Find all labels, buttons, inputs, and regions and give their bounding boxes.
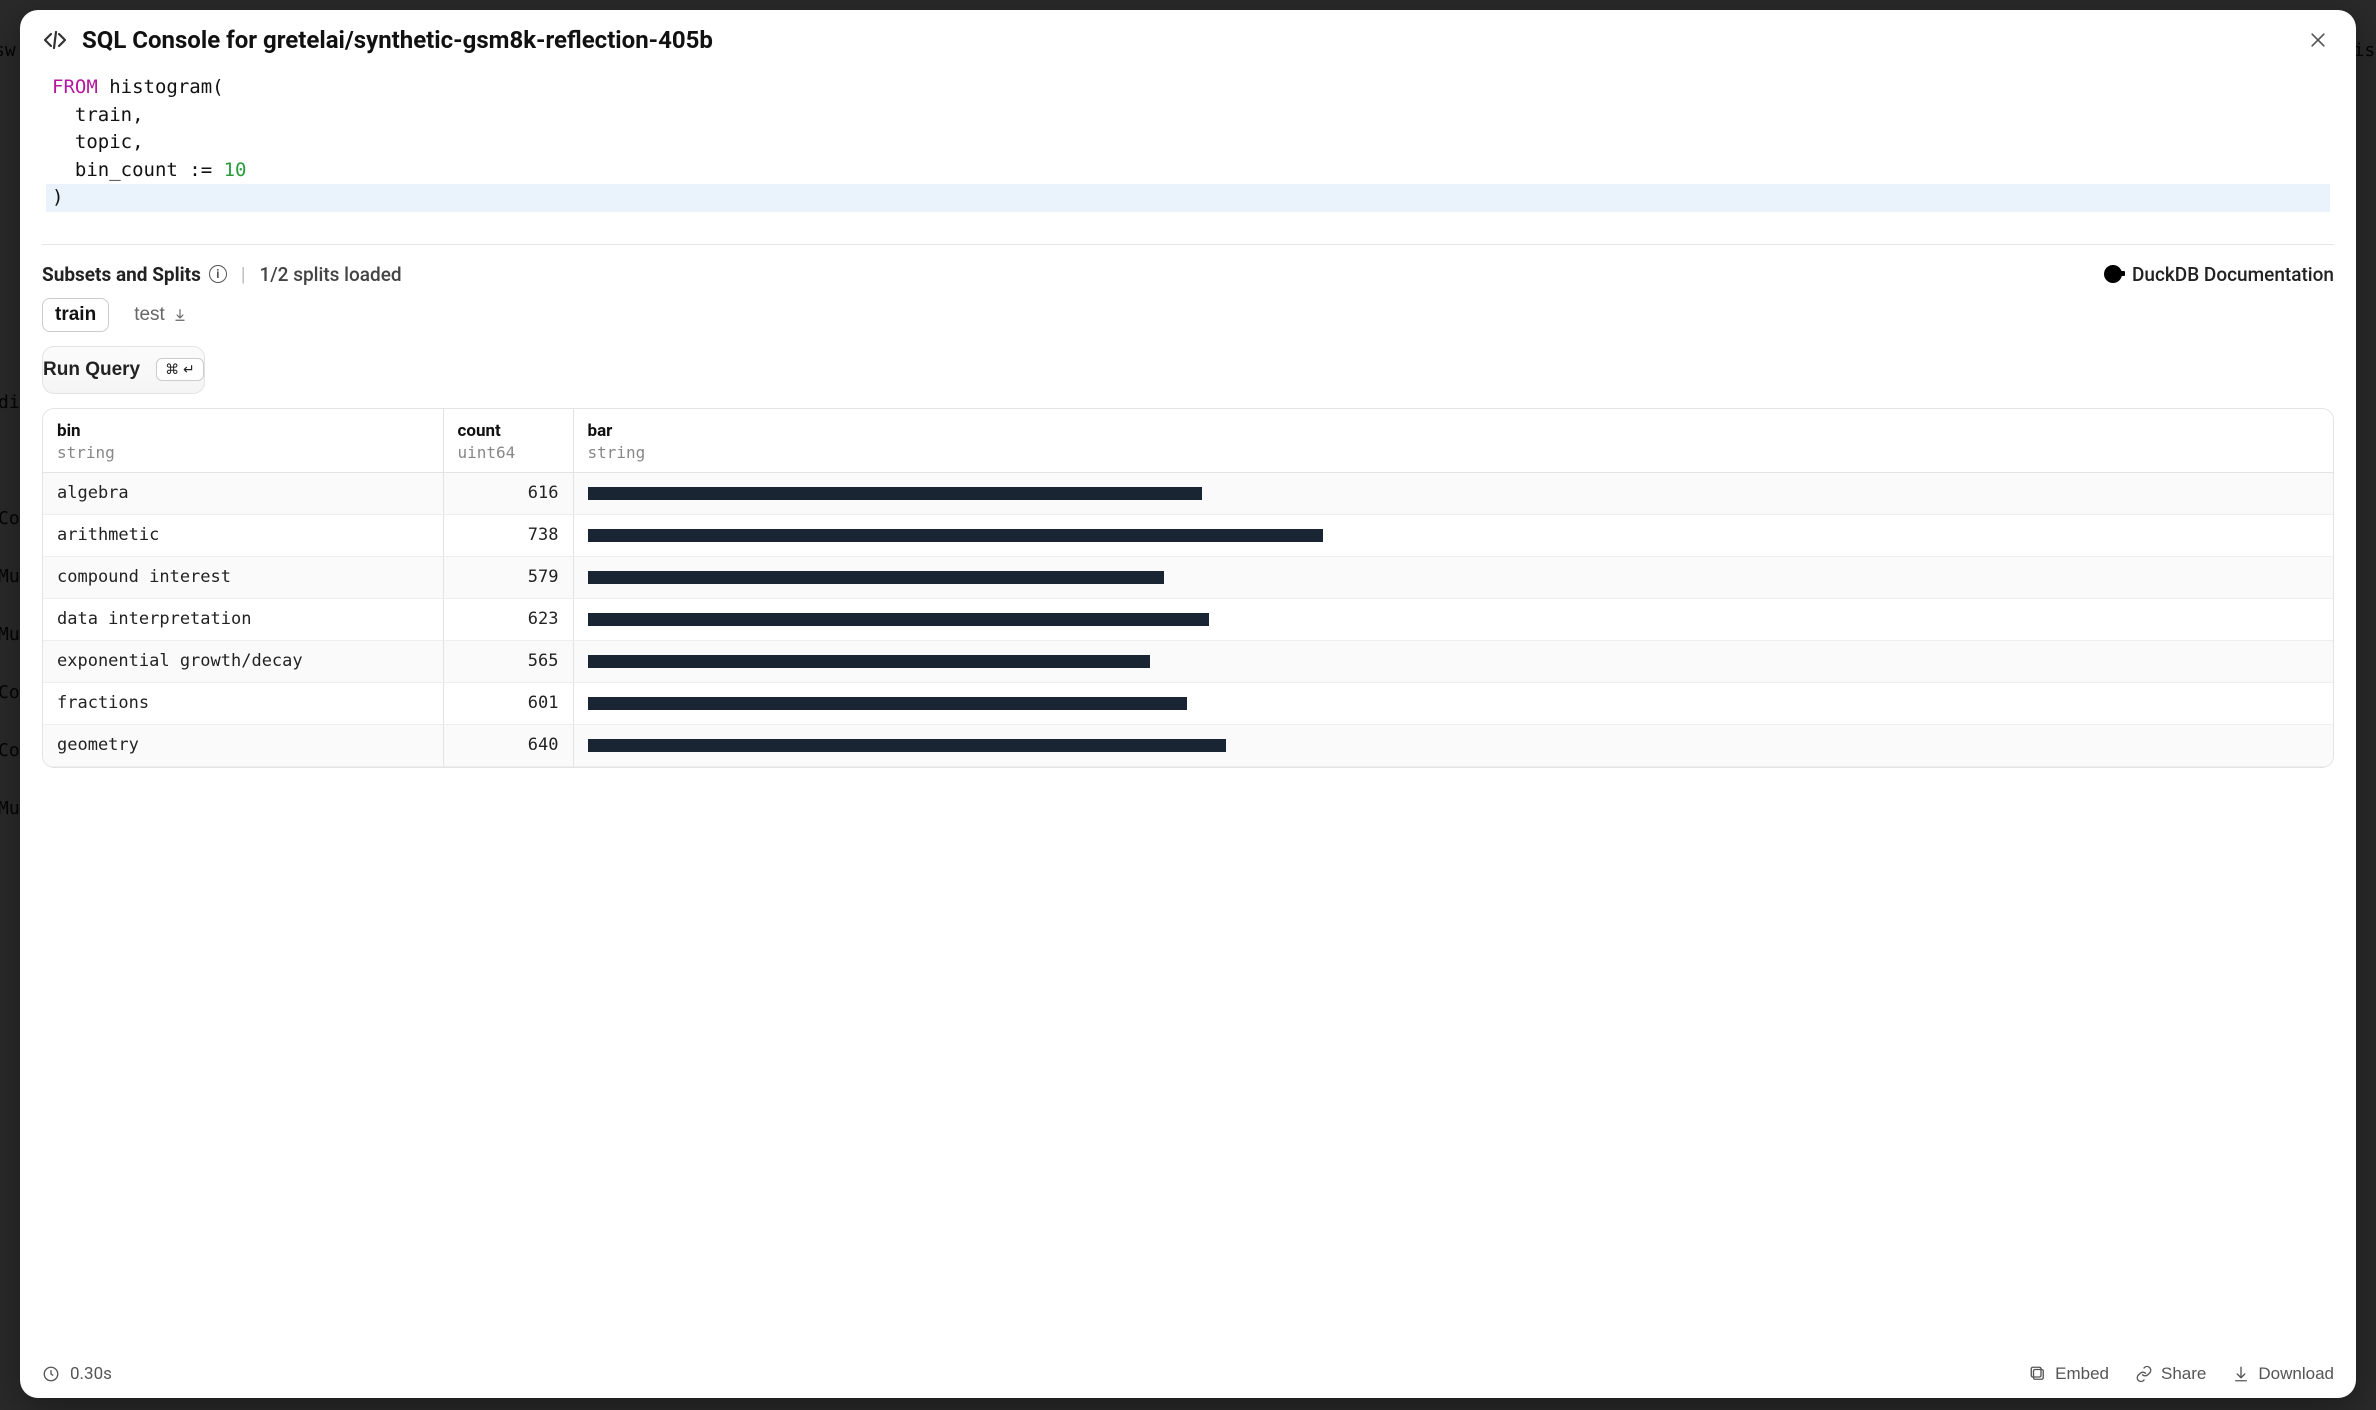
col-name: bar — [588, 421, 613, 441]
histogram-bar — [588, 571, 1165, 584]
link-icon — [2135, 1365, 2153, 1383]
code-text: train, — [52, 104, 144, 126]
subsets-section: Subsets and Splits i | 1/2 splits loaded… — [42, 244, 2334, 768]
share-button[interactable]: Share — [2135, 1364, 2206, 1384]
results-table: bin string count uint64 bar string — [42, 408, 2334, 768]
code-icon — [42, 27, 68, 53]
table-row[interactable]: geometry640 — [43, 724, 2333, 766]
col-type: uint64 — [458, 443, 559, 462]
tab-train[interactable]: train — [42, 298, 109, 332]
tab-label: train — [55, 304, 96, 326]
col-name: count — [458, 421, 501, 441]
tab-test[interactable]: test — [121, 298, 200, 332]
embed-label: Embed — [2055, 1364, 2109, 1384]
cell-bar — [573, 682, 2333, 724]
cell-count: 601 — [443, 682, 573, 724]
share-label: Share — [2161, 1364, 2206, 1384]
duckdb-icon — [2104, 265, 2122, 283]
clock-icon — [42, 1365, 60, 1383]
table-row[interactable]: data interpretation623 — [43, 598, 2333, 640]
code-text: bin_count := — [52, 159, 224, 181]
cell-bin: exponential growth/decay — [43, 640, 443, 682]
cell-count: 623 — [443, 598, 573, 640]
cell-count: 640 — [443, 724, 573, 766]
table-row[interactable]: arithmetic738 — [43, 514, 2333, 556]
cell-bar — [573, 598, 2333, 640]
cell-bin: fractions — [43, 682, 443, 724]
cell-bin: compound interest — [43, 556, 443, 598]
code-number: 10 — [224, 159, 247, 181]
run-query-button[interactable]: Run Query ⌘ ↵ — [42, 346, 205, 394]
cell-count: 616 — [443, 473, 573, 515]
col-name: bin — [57, 421, 81, 441]
col-type: string — [588, 443, 2320, 462]
code-keyword: FROM — [52, 76, 98, 98]
histogram-bar — [588, 739, 1227, 752]
cell-bin: geometry — [43, 724, 443, 766]
splits-loaded: 1/2 splits loaded — [259, 263, 401, 286]
table-row[interactable]: compound interest579 — [43, 556, 2333, 598]
split-tabs: train test — [42, 298, 2334, 332]
embed-button[interactable]: Embed — [2029, 1364, 2109, 1384]
subsets-title-text: Subsets and Splits — [42, 263, 201, 286]
sql-console-modal: SQL Console for gretelai/synthetic-gsm8k… — [20, 10, 2356, 1398]
table-row[interactable]: exponential growth/decay565 — [43, 640, 2333, 682]
column-header-bin[interactable]: bin string — [43, 409, 443, 473]
subsets-title: Subsets and Splits i — [42, 263, 227, 286]
code-text: topic, — [52, 131, 144, 153]
run-label: Run Query — [43, 359, 140, 381]
column-header-count[interactable]: count uint64 — [443, 409, 573, 473]
sql-editor[interactable]: FROM histogram( train, topic, bin_count … — [42, 68, 2334, 220]
modal-header: SQL Console for gretelai/synthetic-gsm8k… — [20, 10, 2356, 68]
table-row[interactable]: fractions601 — [43, 682, 2333, 724]
download-icon — [173, 308, 187, 322]
info-icon[interactable]: i — [209, 265, 227, 283]
histogram-bar — [588, 697, 1187, 710]
cell-bar — [573, 724, 2333, 766]
cell-bin: data interpretation — [43, 598, 443, 640]
histogram-bar — [588, 529, 1324, 542]
cell-bar — [573, 640, 2333, 682]
cell-count: 565 — [443, 640, 573, 682]
modal-title: SQL Console for gretelai/synthetic-gsm8k… — [82, 26, 2288, 54]
embed-icon — [2029, 1365, 2047, 1383]
table-row[interactable]: algebra616 — [43, 473, 2333, 515]
cell-count: 579 — [443, 556, 573, 598]
separator: | — [241, 263, 246, 286]
cell-bar — [573, 473, 2333, 515]
download-button[interactable]: Download — [2232, 1364, 2334, 1384]
close-button[interactable] — [2302, 24, 2334, 56]
duckdb-docs-link[interactable]: DuckDB Documentation — [2104, 263, 2334, 286]
keyboard-shortcut: ⌘ ↵ — [156, 358, 204, 381]
download-icon — [2232, 1365, 2250, 1383]
cell-bin: arithmetic — [43, 514, 443, 556]
cell-bin: algebra — [43, 473, 443, 515]
column-header-bar[interactable]: bar string — [573, 409, 2333, 473]
cell-bar — [573, 514, 2333, 556]
code-text: ) — [52, 186, 63, 208]
modal-footer: 0.30s Embed Share Download — [20, 1352, 2356, 1398]
histogram-bar — [588, 487, 1203, 500]
cell-bar — [573, 556, 2333, 598]
query-time: 0.30s — [70, 1364, 112, 1384]
col-type: string — [57, 443, 429, 462]
docs-link-label: DuckDB Documentation — [2132, 263, 2334, 286]
code-text: histogram( — [98, 76, 224, 98]
histogram-bar — [588, 613, 1210, 626]
histogram-bar — [588, 655, 1151, 668]
download-label: Download — [2258, 1364, 2334, 1384]
cell-count: 738 — [443, 514, 573, 556]
tab-label: test — [134, 304, 165, 326]
